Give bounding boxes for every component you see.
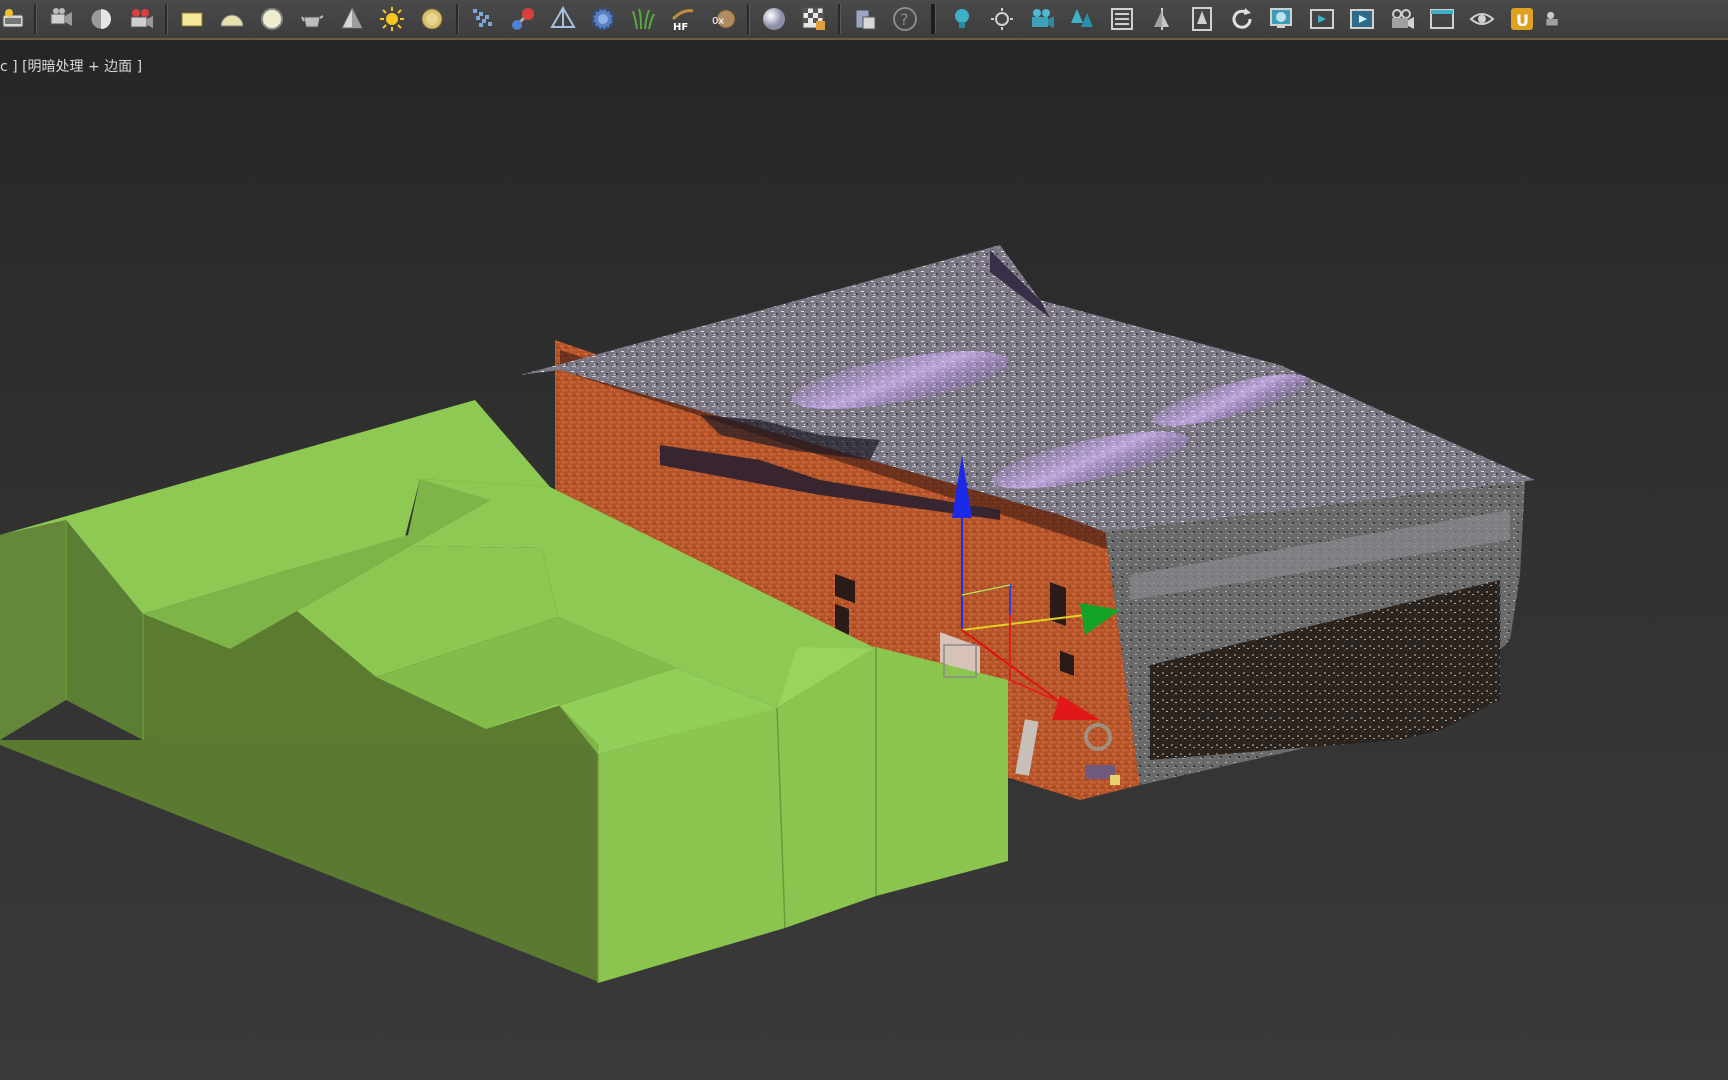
movie-camera-icon[interactable] (121, 1, 161, 37)
hair-fur-icon[interactable]: HF (663, 1, 703, 37)
svg-text:?: ? (900, 10, 909, 29)
help-icon[interactable]: ? (885, 1, 925, 37)
grid-icon[interactable] (463, 1, 503, 37)
pyramid-icon[interactable] (543, 1, 583, 37)
scene-canvas (0, 245, 1535, 983)
toolbar-separator (165, 4, 168, 34)
grass-icon[interactable] (623, 1, 663, 37)
frame-icon[interactable] (1302, 1, 1342, 37)
svg-text:HF: HF (673, 22, 688, 33)
toolbar-group-left (0, 0, 161, 39)
light-bulb-icon[interactable] (942, 1, 982, 37)
camera-group-icon[interactable] (1022, 1, 1062, 37)
plane-icon[interactable] (172, 1, 212, 37)
toolbar-separator (456, 4, 459, 34)
sun-icon[interactable] (372, 1, 412, 37)
u-icon[interactable]: U (1502, 1, 1542, 37)
tree-camera-icon[interactable] (1542, 1, 1562, 37)
cypress-icon[interactable] (1182, 1, 1222, 37)
dome-icon[interactable] (212, 1, 252, 37)
main-toolbar: HF 0x ? U (0, 0, 1728, 40)
teapot-icon[interactable] (292, 1, 332, 37)
toolbar-separator (931, 4, 936, 34)
toolbar-group-tools: HF 0x (463, 0, 743, 39)
checker-icon[interactable] (794, 1, 834, 37)
display-icon[interactable] (1262, 1, 1302, 37)
toolbar-group-right: U (942, 0, 1562, 39)
gear-sphere-icon[interactable] (583, 1, 623, 37)
proxy-face-left (0, 520, 66, 740)
render-camera-icon[interactable] (1382, 1, 1422, 37)
svg-text:U: U (1516, 11, 1529, 30)
half-sphere-icon[interactable] (81, 1, 121, 37)
clipboard-icon[interactable] (845, 1, 885, 37)
window-icon[interactable] (1422, 1, 1462, 37)
material-sphere-icon[interactable] (754, 1, 794, 37)
sphere-icon[interactable] (252, 1, 292, 37)
toolbar-group-material: ? (754, 0, 925, 39)
ox-icon[interactable]: 0x (703, 1, 743, 37)
svg-text:0x: 0x (712, 16, 724, 27)
sail-icon[interactable] (1142, 1, 1182, 37)
toolbar-separator (747, 4, 750, 34)
3dsmax-app: HF 0x ? U c] [明暗处理 + 边面] (0, 0, 1728, 1080)
refresh-icon[interactable] (1222, 1, 1262, 37)
toolbar-separator (838, 4, 841, 34)
cone-icon[interactable] (332, 1, 372, 37)
render-frame-icon[interactable] (1342, 1, 1382, 37)
perspective-viewport[interactable]: c ] [明暗处理 + 边面 ] (0, 40, 1728, 1080)
disk-icon[interactable] (412, 1, 452, 37)
toolbar-separator (34, 4, 37, 34)
list-icon[interactable] (1102, 1, 1142, 37)
eye-icon[interactable] (1462, 1, 1502, 37)
molecule-icon[interactable] (503, 1, 543, 37)
camera-pan-icon[interactable] (41, 1, 81, 37)
toolbar-group-primitives (172, 0, 452, 39)
trees-icon[interactable] (1062, 1, 1102, 37)
slate-icon[interactable] (0, 1, 30, 37)
sun-outline-icon[interactable] (982, 1, 1022, 37)
